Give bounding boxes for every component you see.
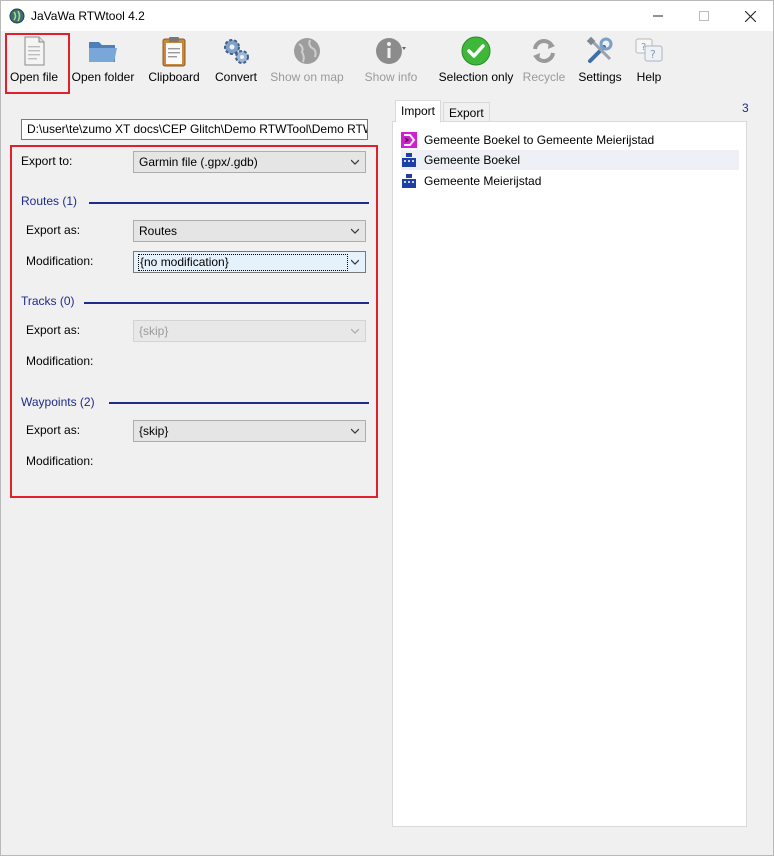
clipboard-label: Clipboard (148, 70, 200, 84)
tracks-section-title: Tracks (0) (21, 294, 75, 308)
open-file-highlight (5, 33, 70, 94)
routes-divider (89, 202, 369, 204)
clipboard-button[interactable]: Clipboard (147, 35, 201, 91)
list-item-route[interactable]: Gemeente Boekel to Gemeente Meierijstad (401, 130, 654, 150)
open-folder-label: Open folder (71, 70, 135, 84)
export-to-label: Export to: (21, 154, 73, 168)
waypoints-export-as-dropdown[interactable]: {skip} (133, 420, 366, 442)
waypoint-icon (402, 153, 416, 167)
show-on-map-label: Show on map (270, 70, 344, 84)
routes-modification-label: Modification: (26, 254, 94, 268)
recycle-icon (533, 39, 555, 63)
app-logo-icon (9, 8, 25, 24)
globe-icon (294, 38, 320, 64)
routes-export-as-label: Export as: (26, 223, 81, 237)
waypoints-export-as-label: Export as: (26, 423, 81, 437)
list-item-label: Gemeente Boekel (424, 153, 521, 167)
close-button[interactable] (727, 1, 773, 31)
routes-export-as-value: Routes (139, 224, 178, 238)
file-path-field[interactable]: D:\user\te\zumo XT docs\CEP Glitch\Demo … (21, 119, 368, 140)
routes-export-as-dropdown[interactable]: Routes (133, 220, 366, 242)
chevron-down-icon (351, 259, 359, 265)
waypoints-divider (109, 402, 369, 404)
show-info-label: Show info (364, 70, 418, 84)
routes-modification-value: {no modification} (138, 254, 348, 271)
waypoint-icon (402, 174, 416, 188)
folder-icon (89, 42, 117, 62)
chevron-down-icon (351, 159, 359, 165)
maximize-button[interactable] (681, 1, 727, 31)
help-icon: ? ? (635, 38, 663, 62)
chevron-down-icon (351, 228, 359, 234)
tab-import[interactable]: Import (395, 100, 442, 123)
route-icon (401, 132, 417, 148)
help-button[interactable]: ? ? Help (631, 35, 667, 91)
clipboard-icon (162, 37, 186, 67)
minimize-button[interactable] (635, 1, 681, 31)
waypoints-modification-label: Modification: (26, 454, 94, 468)
tracks-export-as-label: Export as: (26, 323, 81, 337)
settings-button[interactable]: Settings (577, 35, 623, 91)
open-folder-button[interactable]: Open folder (71, 35, 135, 91)
selection-only-label: Selection only (438, 70, 514, 84)
tracks-export-as-dropdown[interactable]: {skip} (133, 320, 366, 342)
list-item-waypoint[interactable]: Gemeente Boekel (401, 150, 739, 170)
help-label: Help (636, 70, 662, 84)
convert-button[interactable]: Convert (213, 35, 259, 91)
maximize-icon (699, 11, 709, 21)
selection-only-button[interactable]: Selection only (435, 35, 517, 91)
convert-label: Convert (214, 70, 258, 84)
import-list: Gemeente Boekel to Gemeente Meierijstad … (392, 121, 747, 827)
gears-icon (224, 39, 249, 64)
chevron-down-icon (351, 328, 359, 334)
recycle-button[interactable]: Recycle (521, 35, 567, 91)
show-info-button[interactable]: Show info (361, 35, 421, 91)
checkmark-icon (461, 36, 491, 66)
export-to-dropdown[interactable]: Garmin file (.gpx/.gdb) (133, 151, 366, 173)
list-item-waypoint[interactable]: Gemeente Meierijstad (401, 171, 541, 191)
svg-text:?: ? (641, 42, 646, 53)
recycle-label: Recycle (522, 70, 566, 84)
export-to-value: Garmin file (.gpx/.gdb) (139, 155, 258, 169)
chevron-down-icon (351, 428, 359, 434)
show-on-map-button[interactable]: Show on map (269, 35, 345, 91)
settings-label: Settings (578, 70, 622, 84)
info-icon (376, 38, 406, 64)
waypoints-export-as-value: {skip} (139, 424, 169, 438)
routes-modification-dropdown[interactable]: {no modification} (133, 251, 366, 273)
tracks-modification-label: Modification: (26, 354, 94, 368)
svg-text:?: ? (650, 48, 656, 61)
tools-icon (586, 36, 613, 63)
close-icon (744, 10, 756, 22)
title-bar: JaVaWa RTWtool 4.2 (1, 1, 773, 31)
list-item-label: Gemeente Meierijstad (424, 174, 542, 188)
tracks-export-as-value: {skip} (139, 324, 169, 338)
toolbar: Open file Open folder Clipboard Convert … (1, 31, 773, 93)
item-count: 3 (742, 101, 749, 115)
tracks-divider (84, 302, 369, 304)
minimize-icon (653, 15, 663, 17)
waypoints-section-title: Waypoints (2) (21, 395, 95, 409)
list-item-label: Gemeente Boekel to Gemeente Meierijstad (424, 133, 655, 147)
window-title: JaVaWa RTWtool 4.2 (31, 9, 145, 23)
routes-section-title: Routes (1) (21, 194, 78, 208)
